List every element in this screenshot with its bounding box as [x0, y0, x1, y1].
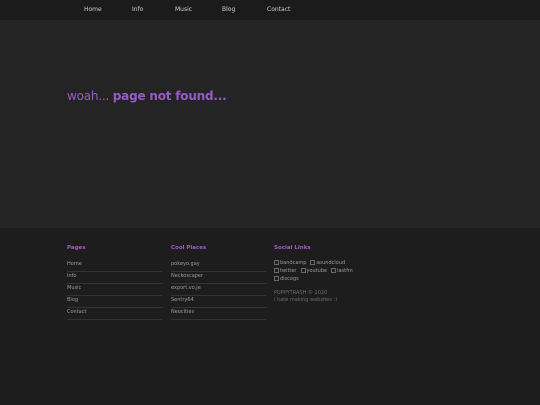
nav-home[interactable]: Home: [84, 6, 102, 13]
bandcamp-label: bandcamp: [280, 260, 307, 266]
nav-contact[interactable]: Contact: [267, 6, 290, 13]
footer-link-music[interactable]: Music: [67, 284, 162, 296]
footer-social-title: Social Links: [274, 245, 311, 251]
headline-bold: page not found...: [112, 89, 227, 103]
broken-image-icon: [274, 260, 279, 265]
nav-blog[interactable]: Blog: [222, 6, 235, 13]
soundcloud-link[interactable]: soundcloud: [310, 260, 345, 267]
broken-image-icon: [331, 268, 337, 273]
social-row-1: bandcamp soundcloud: [274, 260, 384, 268]
social-row-2: twitter youtube lastfm: [274, 268, 384, 276]
broken-image-icon: [310, 260, 316, 265]
footer-link-info[interactable]: Info: [67, 272, 162, 284]
nav-info[interactable]: Info: [132, 6, 143, 13]
footer-link-home[interactable]: Home: [67, 260, 162, 272]
footer-cool-places-column: Cool Places pokeyo.gay Neckoscaper expor…: [171, 245, 266, 320]
footer-link-contact[interactable]: Contact: [67, 308, 162, 320]
copyright-text: PUPPYTRASH © 2020: [274, 290, 328, 296]
cool-place-link[interactable]: Neckoscaper: [171, 272, 266, 284]
headline-light: woah...: [67, 89, 113, 103]
bandcamp-link[interactable]: bandcamp: [274, 260, 306, 267]
footer-cool-places-list: pokeyo.gay Neckoscaper export.vo.je Sent…: [171, 260, 266, 320]
discogs-label: discogs: [280, 276, 299, 282]
cool-place-link[interactable]: Neocities: [171, 308, 266, 320]
youtube-label: youtube: [306, 268, 328, 274]
cool-place-link[interactable]: Sentry64: [171, 296, 266, 308]
footer-pages-list: Home Info Music Blog Contact: [67, 260, 162, 320]
soundcloud-label: soundcloud: [316, 260, 346, 266]
social-row-3: discogs: [274, 276, 384, 284]
lastfm-label: lastfm: [337, 268, 353, 274]
main-content: [0, 20, 540, 228]
twitter-link[interactable]: twitter: [274, 268, 297, 275]
nav-music[interactable]: Music: [175, 6, 192, 13]
page-title: woah... page not found...: [67, 89, 227, 103]
twitter-label: twitter: [280, 268, 297, 274]
broken-image-icon: [274, 276, 279, 281]
footer-link-blog[interactable]: Blog: [67, 296, 162, 308]
footer-cool-places-title: Cool Places: [171, 245, 207, 251]
discogs-link[interactable]: discogs: [274, 276, 299, 283]
footer-pages-column: Pages Home Info Music Blog Contact: [67, 245, 162, 320]
footer-pages-title: Pages: [67, 245, 86, 251]
broken-image-icon: [300, 268, 306, 273]
footer-social-column: Social Links bandcamp soundcloud twitter y…: [274, 245, 384, 304]
youtube-link[interactable]: youtube: [300, 268, 328, 275]
top-navigation-bar: Home Info Music Blog Contact: [0, 0, 540, 20]
broken-image-icon: [274, 268, 279, 273]
cool-place-link[interactable]: pokeyo.gay: [171, 260, 266, 272]
lastfm-link[interactable]: lastfm: [331, 268, 353, 275]
tagline-text: i hate making websites :): [274, 297, 338, 303]
cool-place-link[interactable]: export.vo.je: [171, 284, 266, 296]
